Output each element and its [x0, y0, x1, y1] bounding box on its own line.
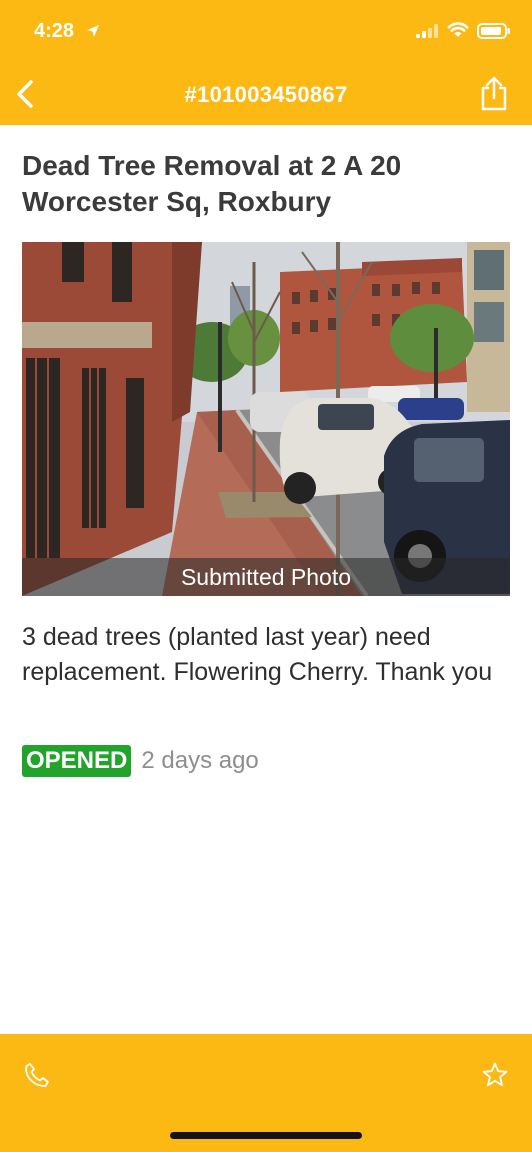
status-timestamp: 2 days ago — [141, 747, 259, 774]
bottom-toolbar — [0, 1034, 532, 1152]
street-photo-illustration — [22, 242, 510, 596]
favorite-button[interactable] — [478, 1058, 512, 1092]
report-title: Dead Tree Removal at 2 A 20 Worcester Sq… — [22, 150, 402, 217]
submitted-photo[interactable]: Submitted Photo — [22, 242, 510, 596]
photo-caption: Submitted Photo — [180, 563, 352, 590]
page-title: #101003450867 — [184, 82, 348, 107]
top-bar: 4:28 #101003450867 — [0, 0, 532, 125]
location-arrow-icon — [87, 25, 99, 37]
share-button[interactable] — [474, 74, 514, 114]
report-description: 3 dead trees (planted last year) need re… — [22, 623, 493, 686]
call-button[interactable] — [20, 1058, 54, 1092]
battery-icon — [477, 23, 510, 39]
status-time: 4:28 — [34, 20, 75, 42]
star-icon — [482, 1062, 508, 1087]
phone-icon — [25, 1063, 49, 1087]
photo-caption-bar: Submitted Photo — [22, 558, 510, 596]
status-row: OPENED 2 days ago — [22, 744, 259, 778]
home-indicator — [170, 1132, 362, 1139]
navigation-bar: #101003450867 — [0, 64, 532, 125]
share-icon — [481, 76, 507, 111]
status-bar: 4:28 — [0, 0, 532, 64]
cellular-signal-icon — [416, 24, 438, 38]
wifi-icon — [447, 22, 469, 37]
status-badge: OPENED — [22, 745, 132, 777]
